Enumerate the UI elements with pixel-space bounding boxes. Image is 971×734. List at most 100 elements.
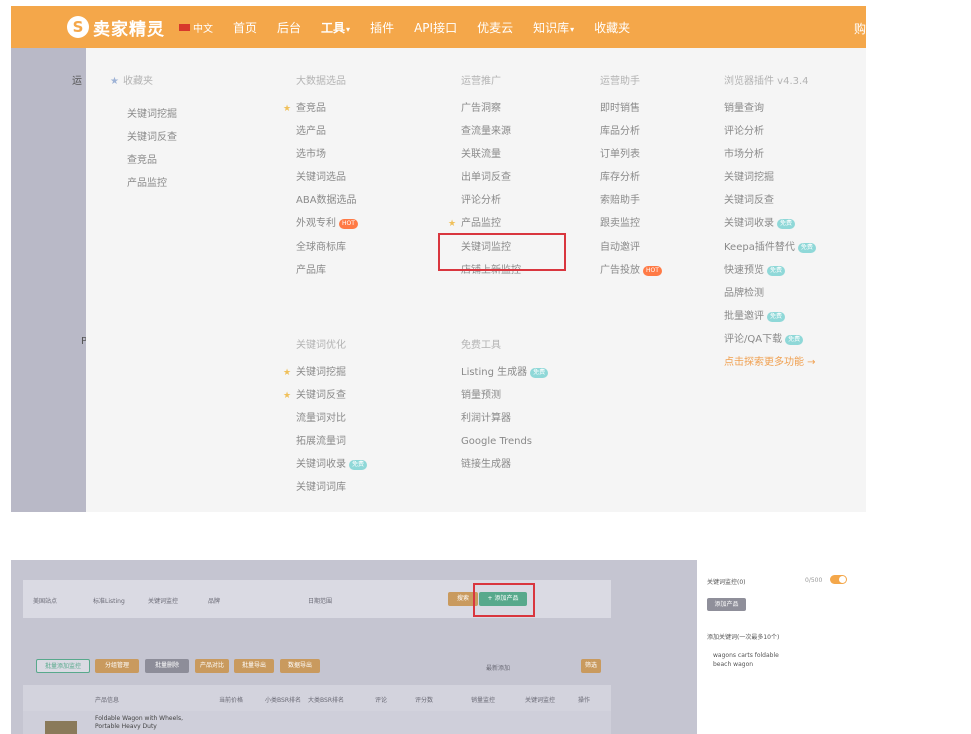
table-row[interactable]: Foldable Wagon with Wheels, Portable Hea… <box>23 711 611 734</box>
menu-item[interactable]: 选市场 <box>296 148 358 171</box>
menu-item[interactable]: 链接生成器 <box>461 458 548 481</box>
nav-backend[interactable]: 后台 <box>277 19 301 36</box>
menu-item[interactable]: Google Trends <box>461 435 548 458</box>
menu-item[interactable]: 关键词挖掘 <box>127 108 177 131</box>
menu-item[interactable]: 自动邀评 <box>600 241 662 264</box>
filter-button[interactable]: 筛选 <box>581 659 601 673</box>
free-badge: 免费 <box>785 334 804 345</box>
free-tools-list: Listing 生成器 免费 销量预测 利润计算器 Google Trends 链… <box>461 366 549 481</box>
batch-export-button[interactable]: 批量导出 <box>234 659 274 673</box>
table-header: 产品信息 当前价格 小类BSR排名 大类BSR排名 评论 评分数 销量监控 关键… <box>23 685 611 711</box>
keyword-monitor-label: 关键词监控(0) <box>707 579 746 586</box>
menu-item[interactable]: ★ 查竞品 <box>283 102 358 125</box>
menu-item[interactable]: 库存分析 <box>600 171 662 194</box>
data-export-button[interactable]: 数据导出 <box>280 659 320 673</box>
menu-item[interactable]: 出单词反查 <box>461 171 521 194</box>
menu-item[interactable]: Listing 生成器 免费 <box>461 366 549 389</box>
menu-item[interactable]: 品牌检测 <box>724 287 816 310</box>
pin-star-icon: ★ <box>448 219 457 230</box>
nav-home[interactable]: 首页 <box>233 19 257 36</box>
menu-item[interactable]: 关键词收录 免费 <box>296 458 368 481</box>
menu-item[interactable]: 销量查询 <box>724 102 816 125</box>
menu-item[interactable]: ★ 关键词反查 <box>283 389 367 412</box>
keyword-monitor-side-panel: 关键词监控(0) 0/500 添加产品 添加关键词(一次最多10个) wagon… <box>697 560 971 734</box>
explore-more-link[interactable]: 点击探索更多功能 → <box>724 356 816 379</box>
big-data-heading: 大数据选品 <box>296 76 346 87</box>
menu-item[interactable]: 库品分析 <box>600 125 662 148</box>
nav-buy[interactable]: 购 <box>854 20 866 37</box>
compare-button[interactable]: 产品对比 <box>195 659 229 673</box>
batch-add-button[interactable]: 批量添加监控 <box>36 659 90 673</box>
keyword-example[interactable]: beach wagon <box>713 661 753 668</box>
monitor-toggle[interactable] <box>830 575 847 584</box>
top-nav-bar: S 卖家精灵 中文 首页 后台 工具▾ 插件 API接口 优麦云 知识库▾ 收藏… <box>11 6 866 48</box>
menu-item[interactable]: 快速预览 免费 <box>724 264 816 287</box>
menu-item[interactable]: 广告投放 HOT <box>600 264 662 287</box>
menu-item[interactable]: 即时销售 <box>600 102 662 125</box>
nav-knowledge[interactable]: 知识库▾ <box>533 19 574 36</box>
menu-item[interactable]: 广告洞察 <box>461 102 521 125</box>
menu-item[interactable]: 查竞品 <box>127 154 177 177</box>
nav-favorites[interactable]: 收藏夹 <box>594 19 630 36</box>
menu-item[interactable]: 关键词词库 <box>296 481 367 504</box>
menu-item[interactable]: 跟卖监控 <box>600 217 662 240</box>
menu-item[interactable]: 产品库 <box>296 264 358 287</box>
group-button[interactable]: 分组管理 <box>95 659 139 673</box>
site-select[interactable]: 美国站点 <box>33 596 57 605</box>
star-icon: ★ <box>110 76 119 87</box>
batch-delete-button[interactable]: 批量删除 <box>145 659 189 673</box>
menu-item[interactable]: 全球商标库 <box>296 241 358 264</box>
menu-item[interactable]: 评论分析 <box>461 194 521 217</box>
product-thumbnail <box>45 721 77 734</box>
menu-item[interactable]: 订单列表 <box>600 148 662 171</box>
language-switch[interactable]: 中文 <box>179 20 213 35</box>
menu-item[interactable]: 索赔助手 <box>600 194 662 217</box>
menu-item[interactable]: 流量词对比 <box>296 412 367 435</box>
menu-item[interactable]: 市场分析 <box>724 148 816 171</box>
menu-item[interactable]: 关键词挖掘 <box>724 171 816 194</box>
menu-item[interactable]: 评论分析 <box>724 125 816 148</box>
menu-item[interactable]: 产品监控 <box>127 177 177 200</box>
brand-logo[interactable]: S 卖家精灵 <box>67 15 165 40</box>
free-badge: 免费 <box>767 311 786 322</box>
product-title[interactable]: Foldable Wagon with Wheels, Portable Hea… <box>95 715 205 731</box>
nav-tools[interactable]: 工具▾ <box>321 19 350 36</box>
menu-item[interactable]: ★ 关键词挖掘 <box>283 366 367 389</box>
menu-item[interactable]: 批量邀评 免费 <box>724 310 816 333</box>
operations-heading: 运营推广 <box>461 76 501 87</box>
language-label: 中文 <box>193 23 213 35</box>
sort-select[interactable]: 最新添加 <box>486 663 510 672</box>
menu-item-label: 评论/QA下载 <box>724 333 783 345</box>
menu-item[interactable]: 关键词收录 免费 <box>724 217 816 240</box>
menu-item[interactable]: 拓展流量词 <box>296 435 367 458</box>
nav-youmaiyun[interactable]: 优麦云 <box>477 19 513 36</box>
menu-item-label: 关键词收录 <box>296 459 346 471</box>
menu-item[interactable]: 评论/QA下载 免费 <box>724 333 816 356</box>
menu-item[interactable]: 销量预测 <box>461 389 548 412</box>
column-header: 产品信息 <box>95 697 120 704</box>
pin-star-icon: ★ <box>283 104 292 114</box>
menu-item[interactable]: 查流量来源 <box>461 125 521 148</box>
menu-item[interactable]: 关键词反查 <box>724 194 816 217</box>
menu-item[interactable]: ABA数据选品 <box>296 194 358 217</box>
hot-badge: HOT <box>643 265 662 276</box>
highlight-box <box>438 233 566 271</box>
free-tools-column: 免费工具 Listing 生成器 免费 销量预测 利润计算器 Google Tre… <box>461 336 549 481</box>
add-product-side-button[interactable]: 添加产品 <box>707 598 746 611</box>
nav-knowledge-label: 知识库 <box>533 20 570 35</box>
menu-item[interactable]: 选产品 <box>296 125 358 148</box>
menu-item[interactable]: 外观专利 HOT <box>296 217 358 240</box>
menu-item[interactable]: 利润计算器 <box>461 412 548 435</box>
menu-item[interactable]: 关键词反查 <box>127 131 177 154</box>
menu-item[interactable]: 关键词选品 <box>296 171 358 194</box>
menu-item[interactable]: 关联流量 <box>461 148 521 171</box>
keyword-example[interactable]: wagons carts foldable <box>713 652 779 659</box>
brand-filter[interactable]: 品牌 <box>208 596 220 605</box>
screenshot-root: S 卖家精灵 中文 首页 后台 工具▾ 插件 API接口 优麦云 知识库▾ 收藏… <box>0 0 971 734</box>
listing-filter[interactable]: 标准Listing <box>93 596 125 605</box>
nav-api[interactable]: API接口 <box>414 19 457 36</box>
date-filter[interactable]: 日期范围 <box>308 596 332 605</box>
menu-item[interactable]: Keepa插件替代 免费 <box>724 241 816 264</box>
keyword-filter[interactable]: 关键词监控 <box>148 596 178 605</box>
nav-plugin[interactable]: 插件 <box>370 19 394 36</box>
